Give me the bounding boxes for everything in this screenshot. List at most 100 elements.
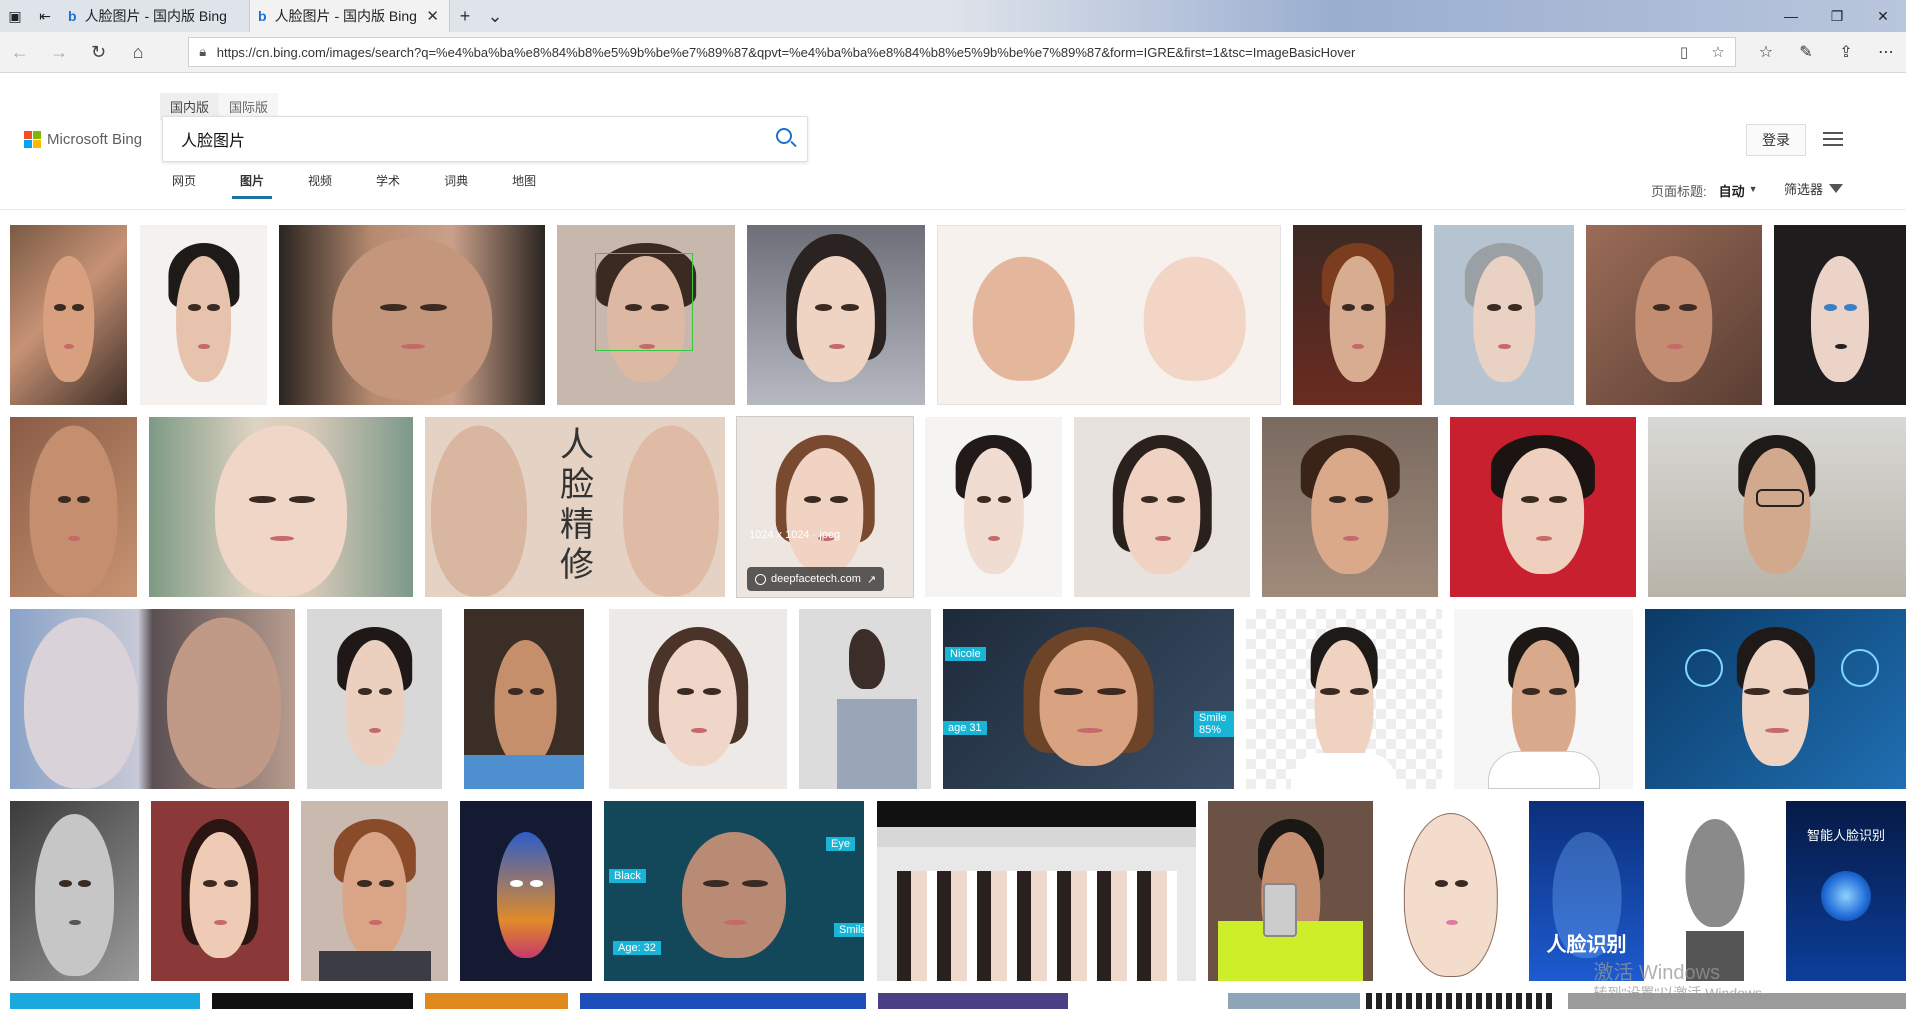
menu-icon[interactable] <box>1823 132 1843 146</box>
image-result[interactable] <box>1246 609 1442 789</box>
page-title-control[interactable]: 页面标题: 自动 ▼ <box>1651 181 1758 200</box>
image-row-2: 人 脸 精 修 1024 x 1024 · jpeg deepfacetech.… <box>0 416 1906 598</box>
image-result[interactable] <box>1208 801 1373 981</box>
image-result[interactable] <box>1074 417 1250 597</box>
favorite-star-icon[interactable]: ☆ <box>1701 43 1735 61</box>
image-result[interactable] <box>1366 993 1556 1009</box>
image-result[interactable] <box>149 417 413 597</box>
image-result[interactable] <box>1586 225 1762 405</box>
image-result[interactable] <box>454 609 597 789</box>
label-tag: Eye <box>826 837 855 851</box>
image-result[interactable] <box>10 417 137 597</box>
address-bar[interactable]: 🔒︎ https://cn.bing.com/images/search?q=%… <box>187 37 1736 67</box>
image-result[interactable] <box>1450 417 1636 597</box>
address-bar-row: ← → ↻ ⌂ 🔒︎ https://cn.bing.com/images/se… <box>0 32 1906 73</box>
tab-actions-icon[interactable]: ▣ <box>0 0 30 32</box>
search-icon[interactable] <box>763 117 807 161</box>
tab-maps[interactable]: 地图 <box>512 172 536 199</box>
image-result[interactable] <box>1648 417 1906 597</box>
image-result[interactable] <box>10 993 200 1009</box>
browser-tab-2[interactable]: b 人脸图片 - 国内版 Bing ✕ <box>250 0 450 32</box>
image-result[interactable] <box>877 801 1196 981</box>
image-source-link[interactable]: deepfacetech.com ↗ <box>747 567 885 591</box>
image-result[interactable] <box>1454 609 1633 789</box>
image-result[interactable] <box>580 993 866 1009</box>
search-input[interactable] <box>163 129 763 149</box>
reading-view-icon[interactable]: ▯ <box>1667 43 1701 61</box>
image-result[interactable] <box>10 801 139 981</box>
tab-videos[interactable]: 视频 <box>308 172 332 199</box>
image-result-hovered[interactable]: 1024 x 1024 · jpeg deepfacetech.com ↗ <box>736 416 914 598</box>
image-result[interactable] <box>1656 801 1774 981</box>
tab-academic[interactable]: 学术 <box>376 172 400 199</box>
restore-icon[interactable]: ❐ <box>1814 0 1860 32</box>
home-icon[interactable]: ⌂ <box>118 32 157 72</box>
url-text[interactable]: https://cn.bing.com/images/search?q=%e4%… <box>217 45 1667 60</box>
external-link-icon: ↗ <box>866 573 877 586</box>
lock-icon: 🔒︎ <box>199 44 207 59</box>
image-result[interactable] <box>925 417 1062 597</box>
image-result[interactable] <box>799 609 931 789</box>
more-icon[interactable]: ⋯ <box>1866 42 1906 62</box>
image-result[interactable] <box>301 801 448 981</box>
image-result[interactable] <box>140 225 267 405</box>
image-result[interactable] <box>1568 993 1906 1009</box>
image-result[interactable]: 智能人脸识别 <box>1786 801 1906 981</box>
bing-favicon-icon: b <box>68 8 77 24</box>
back-icon[interactable]: ← <box>0 32 39 72</box>
image-result[interactable] <box>557 225 735 405</box>
image-source-domain: deepfacetech.com <box>771 573 861 585</box>
image-result[interactable] <box>279 225 545 405</box>
image-result[interactable] <box>1293 225 1422 405</box>
image-result[interactable] <box>1774 225 1906 405</box>
image-result[interactable] <box>878 993 1068 1009</box>
notes-pen-icon[interactable]: ✎ <box>1786 42 1826 62</box>
image-result[interactable] <box>425 993 568 1009</box>
image-result[interactable] <box>212 993 413 1009</box>
image-result[interactable] <box>307 609 442 789</box>
page-title-value[interactable]: 自动 <box>1719 181 1745 200</box>
caption-char: 精 <box>560 505 594 545</box>
image-result[interactable] <box>1385 801 1517 981</box>
filter-button[interactable]: 筛选器 <box>1784 179 1844 198</box>
share-icon[interactable]: ⇪ <box>1826 42 1866 62</box>
poster-title: 人脸识别 <box>1546 934 1627 956</box>
chevron-down-icon[interactable]: ⌄ <box>480 0 510 32</box>
image-result[interactable] <box>747 225 925 405</box>
image-result[interactable] <box>10 225 127 405</box>
image-result[interactable] <box>1262 417 1438 597</box>
close-tab-icon[interactable]: ✕ <box>424 7 441 25</box>
bing-logo[interactable]: Microsoft Bing <box>24 131 142 148</box>
label-tag: Smile 85% <box>1194 711 1234 737</box>
tab-title: 人脸图片 - 国内版 Bing <box>84 8 227 24</box>
image-result[interactable] <box>1434 225 1574 405</box>
image-row-5 <box>0 993 1906 1009</box>
new-tab-icon[interactable]: + <box>450 0 480 32</box>
caption-char: 脸 <box>560 465 594 505</box>
image-result[interactable] <box>609 609 787 789</box>
image-result[interactable] <box>937 225 1281 405</box>
browser-tab-1[interactable]: b 人脸图片 - 国内版 Bing <box>60 0 250 32</box>
image-result[interactable] <box>460 801 592 981</box>
face-detection-box <box>595 253 693 351</box>
favorites-list-icon[interactable]: ☆ <box>1746 42 1786 62</box>
tab-dictionary[interactable]: 词典 <box>444 172 468 199</box>
tab-images[interactable]: 图片 <box>232 172 273 199</box>
image-result[interactable]: 人脸识别 <box>1529 801 1644 981</box>
set-aside-tabs-icon[interactable]: ⇤ <box>30 0 60 32</box>
image-result[interactable] <box>10 609 295 789</box>
filter-label: 筛选器 <box>1784 182 1824 197</box>
login-button[interactable]: 登录 <box>1746 124 1806 156</box>
image-result[interactable]: Black Eye Age: 32 Smile <box>604 801 864 981</box>
refresh-icon[interactable]: ↻ <box>79 32 118 72</box>
image-result[interactable]: 人 脸 精 修 <box>425 417 725 597</box>
image-result[interactable] <box>1645 609 1906 789</box>
image-result[interactable] <box>1228 993 1360 1009</box>
image-result[interactable]: Nicole age 31 Smile 85% <box>943 609 1234 789</box>
funnel-icon <box>1829 184 1844 193</box>
tab-web[interactable]: 网页 <box>172 172 196 199</box>
image-result[interactable] <box>151 801 289 981</box>
forward-icon[interactable]: → <box>39 32 78 72</box>
close-window-icon[interactable]: ✕ <box>1860 0 1906 32</box>
minimize-icon[interactable]: — <box>1768 0 1814 32</box>
